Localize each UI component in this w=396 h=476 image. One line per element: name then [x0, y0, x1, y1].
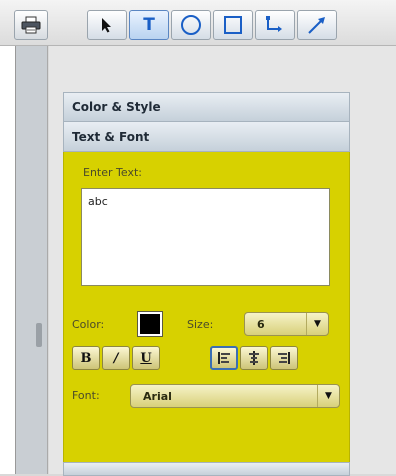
connector-icon	[266, 16, 282, 32]
circle-icon	[181, 15, 201, 35]
align-center-icon	[249, 351, 259, 365]
arrow-cursor-icon	[102, 18, 111, 33]
section-color-style[interactable]: Color & Style	[63, 92, 350, 122]
top-toolbar: T	[0, 0, 396, 46]
properties-panel: Color & Style Text & Font Enter Text: ab…	[63, 92, 350, 474]
drawing-tools: T	[87, 10, 337, 42]
font-value: Arial	[143, 389, 172, 403]
font-select[interactable]: Arial ▼	[130, 384, 340, 408]
size-select[interactable]: 6 ▼	[244, 312, 329, 336]
tool-rectangle[interactable]	[213, 10, 253, 40]
align-center-button[interactable]	[240, 346, 268, 370]
align-right-icon	[278, 352, 290, 364]
alignment-buttons	[210, 346, 298, 370]
tool-ellipse[interactable]	[171, 10, 211, 40]
section-color-style-label: Color & Style	[72, 100, 161, 114]
tool-line[interactable]	[297, 10, 337, 40]
bold-button[interactable]: B	[72, 346, 100, 370]
align-left-button[interactable]	[210, 346, 238, 370]
underline-label: U	[140, 350, 152, 366]
color-swatch[interactable]	[137, 311, 163, 337]
line-arrow-icon	[308, 17, 325, 34]
side-divider	[16, 46, 48, 474]
color-label: Color:	[72, 318, 105, 331]
printer-icon	[21, 16, 41, 34]
left-margin	[0, 46, 16, 474]
tool-select[interactable]	[87, 10, 127, 40]
align-right-button[interactable]	[270, 346, 298, 370]
text-input[interactable]: abc	[81, 188, 330, 286]
bold-label: B	[80, 350, 92, 366]
section-text-font-label: Text & Font	[72, 129, 150, 144]
text-style-buttons: B / U	[72, 346, 160, 370]
chevron-down-icon: ▼	[306, 313, 328, 335]
text-icon: T	[143, 15, 155, 35]
align-left-icon	[218, 352, 230, 364]
print-button[interactable]	[14, 10, 48, 40]
italic-label: /	[113, 350, 119, 366]
size-value: 6	[257, 317, 265, 331]
text-font-body: Enter Text: abc Color: Size: 6 ▼ B / U F…	[63, 152, 350, 462]
section-text-font[interactable]: Text & Font	[63, 122, 350, 152]
font-label: Font:	[72, 389, 100, 402]
tool-text[interactable]: T	[129, 10, 169, 40]
italic-button[interactable]: /	[102, 346, 130, 370]
resize-handle[interactable]	[36, 323, 42, 347]
enter-text-label: Enter Text:	[83, 166, 142, 179]
tool-connector[interactable]	[255, 10, 295, 40]
square-icon	[224, 16, 242, 34]
underline-button[interactable]: U	[132, 346, 160, 370]
size-label: Size:	[187, 318, 214, 331]
chevron-down-icon: ▼	[317, 385, 339, 407]
